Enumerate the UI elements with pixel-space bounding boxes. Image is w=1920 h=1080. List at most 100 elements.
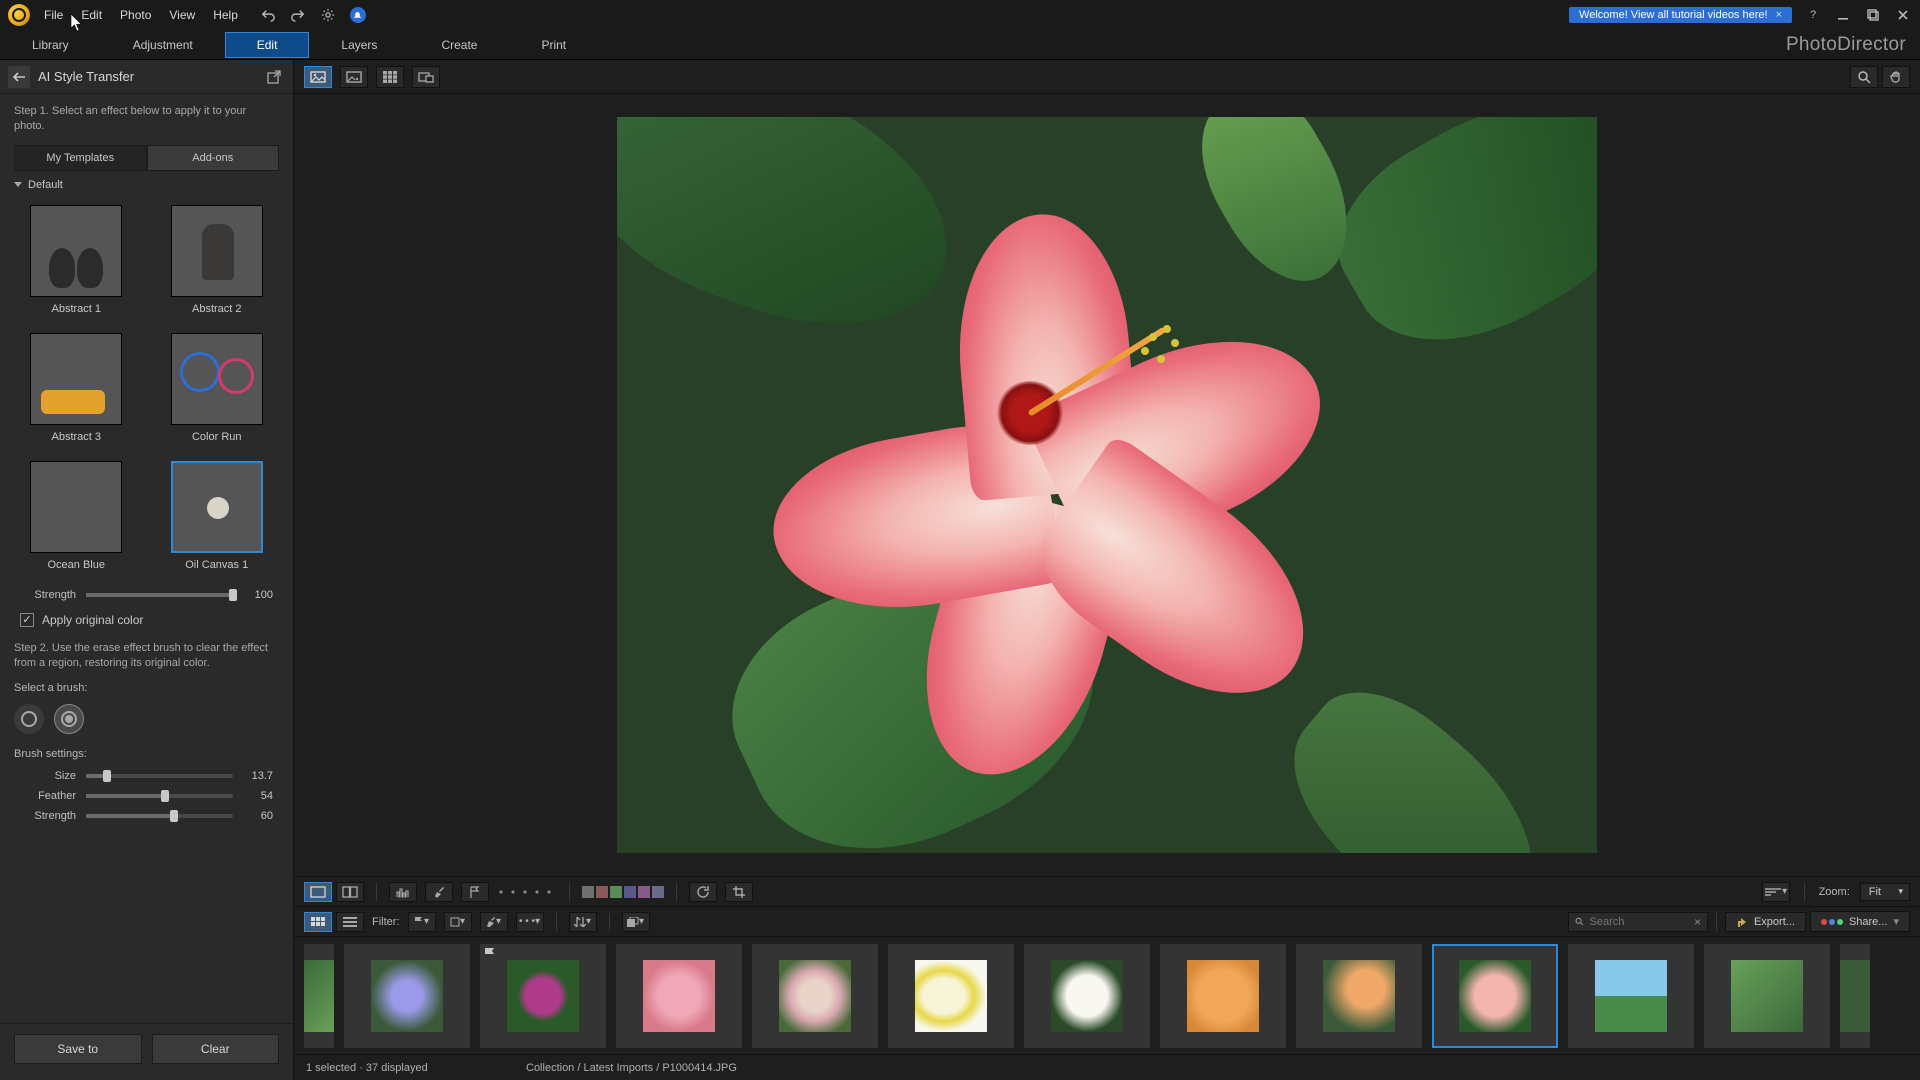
save-to-button[interactable]: Save to — [14, 1034, 142, 1064]
filmstrip-thumb[interactable] — [1160, 944, 1286, 1048]
filmstrip-thumb-selected[interactable] — [1432, 944, 1558, 1048]
brush-paint-icon[interactable] — [14, 704, 44, 734]
view-single-icon[interactable] — [304, 66, 332, 88]
step2-text: Step 2. Use the erase effect brush to cl… — [14, 641, 279, 672]
compare-split-icon[interactable] — [336, 882, 364, 902]
zoom-select[interactable]: Fit — [1860, 883, 1910, 901]
filter-rating-dropdown[interactable]: • • •▾ — [516, 912, 544, 932]
template-ocean-blue[interactable]: Ocean Blue — [18, 461, 135, 571]
swatch-none[interactable] — [582, 886, 594, 898]
checkbox-checked-icon[interactable] — [20, 613, 34, 627]
sort-menu-icon[interactable]: ▾ — [1762, 882, 1790, 902]
stack-dropdown[interactable]: ▾ — [622, 912, 650, 932]
view-grid-icon[interactable] — [376, 66, 404, 88]
search-box[interactable]: × — [1568, 912, 1708, 932]
tab-my-templates[interactable]: My Templates — [14, 145, 147, 171]
swatch-purple[interactable] — [638, 886, 650, 898]
step1-text: Step 1. Select an effect below to apply … — [14, 104, 279, 135]
swatch-red[interactable] — [596, 886, 608, 898]
menu-view[interactable]: View — [169, 8, 195, 22]
filter-edit-dropdown[interactable]: ▾ — [480, 912, 508, 932]
share-button[interactable]: Share... ▾ — [1810, 911, 1910, 932]
search-clear-icon[interactable]: × — [1694, 915, 1701, 929]
filmstrip-thumb[interactable] — [1840, 944, 1870, 1048]
mode-tab-create[interactable]: Create — [409, 32, 509, 58]
swatch-blue[interactable] — [624, 886, 636, 898]
notification-bell-icon[interactable] — [350, 7, 366, 23]
mode-tab-edit[interactable]: Edit — [225, 32, 310, 58]
sidebar-scroll[interactable]: Step 1. Select an effect below to apply … — [0, 94, 293, 1023]
main-area: ▾ Zoom: Fit Filter: ▾ ▾ ▾ • • •▾ ▾ ▾ — [294, 60, 1920, 1080]
apply-original-color-row[interactable]: Apply original color — [14, 605, 279, 641]
filmstrip-thumb[interactable] — [1704, 944, 1830, 1048]
section-label: Default — [28, 179, 63, 191]
welcome-close-icon[interactable]: × — [1776, 9, 1782, 21]
brush-size-slider[interactable] — [86, 774, 233, 778]
brush-icon[interactable] — [425, 882, 453, 902]
search-input[interactable] — [1590, 916, 1688, 928]
swatch-gray[interactable] — [652, 886, 664, 898]
filmstrip-thumb[interactable] — [304, 944, 334, 1048]
canvas[interactable] — [294, 94, 1920, 876]
hand-tool-icon[interactable] — [1882, 66, 1910, 88]
undo-icon[interactable] — [260, 7, 276, 23]
rotate-icon[interactable] — [689, 882, 717, 902]
template-color-run[interactable]: Color Run — [159, 333, 276, 443]
menu-file[interactable]: File — [44, 8, 63, 22]
filmstrip-thumb[interactable] — [752, 944, 878, 1048]
menu-photo[interactable]: Photo — [120, 8, 151, 22]
filter-label-dropdown[interactable]: ▾ — [444, 912, 472, 932]
filmstrip-thumb[interactable] — [616, 944, 742, 1048]
brush-strength-slider[interactable] — [86, 814, 233, 818]
filter-flag-dropdown[interactable]: ▾ — [408, 912, 436, 932]
strength-slider[interactable] — [86, 593, 233, 597]
filmstrip[interactable] — [294, 936, 1920, 1054]
window-minimize-icon[interactable] — [1834, 6, 1852, 24]
export-button[interactable]: Export... — [1725, 912, 1806, 932]
view-compare-icon[interactable] — [340, 66, 368, 88]
filmstrip-thumb[interactable] — [888, 944, 1014, 1048]
back-button[interactable] — [8, 66, 30, 88]
window-close-icon[interactable] — [1894, 6, 1912, 24]
menu-help[interactable]: Help — [213, 8, 238, 22]
filmstrip-thumb[interactable] — [1296, 944, 1422, 1048]
lower-toolbar: ▾ Zoom: Fit — [294, 876, 1920, 906]
template-abstract-1[interactable]: Abstract 1 — [18, 205, 135, 315]
tab-add-ons[interactable]: Add-ons — [147, 145, 280, 171]
welcome-banner[interactable]: Welcome! View all tutorial videos here! … — [1569, 7, 1792, 23]
redo-icon[interactable] — [290, 7, 306, 23]
panel-title: AI Style Transfer — [38, 69, 255, 84]
mode-tab-library[interactable]: Library — [0, 32, 101, 58]
mode-tab-print[interactable]: Print — [509, 32, 598, 58]
mode-tab-layers[interactable]: Layers — [309, 32, 409, 58]
template-oil-canvas-1[interactable]: Oil Canvas 1 — [159, 461, 276, 571]
section-default[interactable]: Default — [14, 173, 279, 197]
brush-erase-icon[interactable] — [54, 704, 84, 734]
settings-gear-icon[interactable] — [320, 7, 336, 23]
crop-icon[interactable] — [725, 882, 753, 902]
histogram-icon[interactable] — [389, 882, 417, 902]
flag-icon[interactable] — [461, 882, 489, 902]
filmstrip-grid-icon[interactable] — [304, 912, 332, 932]
mode-tab-adjustment[interactable]: Adjustment — [101, 32, 225, 58]
filmstrip-thumb[interactable] — [1568, 944, 1694, 1048]
view-secondary-icon[interactable] — [412, 66, 440, 88]
help-icon[interactable]: ? — [1804, 6, 1822, 24]
window-maximize-icon[interactable] — [1864, 6, 1882, 24]
filmstrip-thumb[interactable] — [344, 944, 470, 1048]
sort-order-dropdown[interactable]: ▾ — [569, 912, 597, 932]
brush-feather-slider[interactable] — [86, 794, 233, 798]
zoom-tool-icon[interactable] — [1850, 66, 1878, 88]
brush-feather-row: Feather 54 — [14, 786, 279, 806]
popout-icon[interactable] — [263, 66, 285, 88]
rating-dots[interactable] — [497, 888, 557, 896]
filmstrip-list-icon[interactable] — [336, 912, 364, 932]
swatch-green[interactable] — [610, 886, 622, 898]
compare-single-icon[interactable] — [304, 882, 332, 902]
filmstrip-thumb[interactable] — [480, 944, 606, 1048]
menu-edit[interactable]: Edit — [81, 8, 102, 22]
filmstrip-thumb[interactable] — [1024, 944, 1150, 1048]
template-abstract-3[interactable]: Abstract 3 — [18, 333, 135, 443]
template-abstract-2[interactable]: Abstract 2 — [159, 205, 276, 315]
clear-button[interactable]: Clear — [152, 1034, 280, 1064]
